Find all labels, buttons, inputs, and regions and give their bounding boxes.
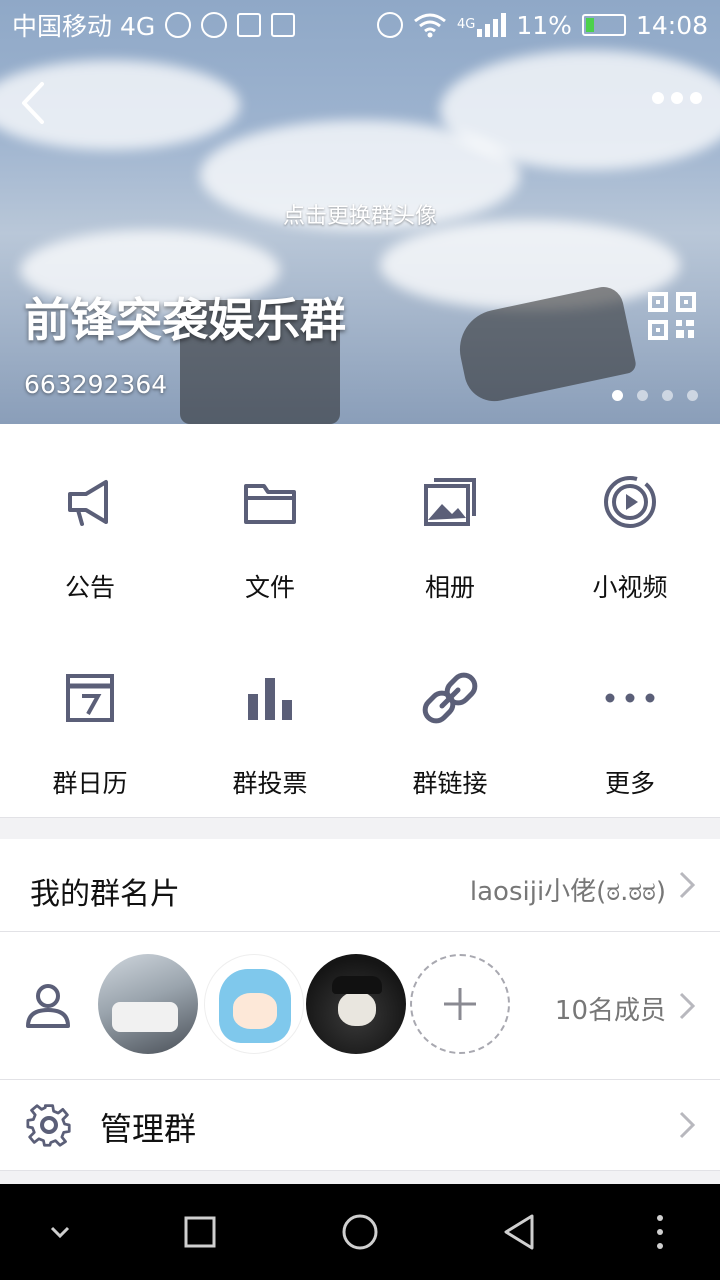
- feature-files[interactable]: 文件: [180, 424, 360, 604]
- group-name: 前锋突袭娱乐群: [24, 293, 346, 347]
- link-icon: [422, 672, 478, 724]
- more-dot: [690, 92, 702, 104]
- my-group-card-value: laosiji小佬(ಠ.ಠಠ): [469, 877, 666, 907]
- calendar-icon: [66, 674, 114, 722]
- group-id: 663292364: [24, 370, 168, 399]
- feature-calendar[interactable]: 群日历: [0, 620, 180, 800]
- battery-icon: [581, 14, 626, 36]
- manage-group-label: 管理群: [100, 1110, 197, 1148]
- feature-label: 群投票: [232, 769, 308, 798]
- feature-label: 小视频: [592, 573, 668, 602]
- feature-label: 相册: [424, 573, 475, 602]
- avatar-cat-hat: [332, 976, 382, 994]
- member-avatar[interactable]: [98, 954, 198, 1054]
- status-bar: 中国移动 4G 4G 11% 14:08: [0, 0, 720, 50]
- network-type-badge: 4G: [457, 16, 476, 32]
- folder-icon: [244, 484, 296, 524]
- recent-apps-icon[interactable]: [176, 1208, 224, 1256]
- plus-icon: [444, 988, 476, 1020]
- back-icon[interactable]: [496, 1208, 544, 1256]
- battery-percent: 11%: [516, 10, 572, 40]
- chevron-right-icon: [679, 871, 696, 899]
- alarm-icon: [377, 12, 404, 38]
- more-dot: [671, 92, 683, 104]
- member-avatar[interactable]: [306, 954, 406, 1054]
- avatar-pager: [612, 390, 698, 401]
- pager-dot: [637, 390, 648, 401]
- more-icon: [605, 693, 655, 703]
- pager-dot-active: [612, 390, 623, 401]
- weather-icon: [165, 12, 192, 38]
- my-group-card-label: 我的群名片: [30, 877, 180, 912]
- feature-label: 群链接: [412, 769, 488, 798]
- photo-album-icon: [424, 478, 476, 526]
- back-arrow-icon[interactable]: [14, 78, 54, 128]
- video-icon: [604, 476, 656, 528]
- avatar-cat-face: [338, 992, 376, 1026]
- megaphone-icon: [68, 480, 108, 526]
- wifi-icon: [414, 13, 446, 38]
- feature-label: 公告: [64, 573, 115, 602]
- chevron-right-icon: [679, 992, 696, 1020]
- my-group-card-row[interactable]: 我的群名片 laosiji小佬(ಠ.ಠಠ): [0, 839, 720, 931]
- section-divider: [0, 817, 720, 818]
- member-count: 10名成员: [554, 996, 666, 1026]
- feature-label: 更多: [604, 769, 655, 798]
- feature-announcement[interactable]: 公告: [0, 424, 180, 604]
- chevron-right-icon: [679, 1111, 696, 1139]
- pager-dot: [662, 390, 673, 401]
- gear-icon: [26, 1104, 71, 1147]
- game-app-icon: [237, 13, 262, 37]
- row-divider: [0, 1170, 720, 1171]
- change-avatar-hint[interactable]: 点击更换群头像: [0, 198, 720, 230]
- nav-menu-icon[interactable]: [636, 1208, 684, 1256]
- more-dot: [652, 92, 664, 104]
- system-nav-bar: [0, 1184, 720, 1280]
- member-avatar[interactable]: [204, 954, 304, 1054]
- feature-link[interactable]: 群链接: [360, 620, 540, 800]
- feature-short-video[interactable]: 小视频: [540, 424, 720, 604]
- image-notification-icon: [271, 13, 296, 37]
- signal-icon: [477, 13, 507, 37]
- poll-icon: [248, 678, 292, 720]
- background-cloud: [440, 50, 720, 170]
- home-icon[interactable]: [336, 1208, 384, 1256]
- background-cloud: [380, 220, 680, 310]
- feature-label: 文件: [244, 573, 295, 602]
- feature-more[interactable]: 更多: [540, 620, 720, 800]
- app-notification-icon: [201, 12, 228, 38]
- clock-time: 14:08: [635, 10, 708, 40]
- members-icon: [26, 984, 70, 1028]
- avatar-car-shape: [112, 1002, 178, 1032]
- group-header-banner[interactable]: 中国移动 4G 4G 11% 14:08 点击更换群头像 前锋突袭娱乐群 663…: [0, 0, 720, 424]
- feature-album[interactable]: 相册: [360, 424, 540, 604]
- qr-code-icon[interactable]: [648, 292, 696, 340]
- feature-grid: 公告 文件 相册 小视频 群日历 群投票 群链接 更多: [0, 424, 720, 817]
- add-member-button[interactable]: [410, 954, 510, 1054]
- hide-nav-icon[interactable]: [36, 1208, 84, 1256]
- pager-dot: [687, 390, 698, 401]
- feature-label: 群日历: [52, 769, 128, 798]
- more-options-button[interactable]: [652, 92, 702, 104]
- carrier-text: 中国移动 4G: [12, 12, 156, 41]
- feature-poll[interactable]: 群投票: [180, 620, 360, 800]
- avatar-anime-face: [233, 993, 277, 1029]
